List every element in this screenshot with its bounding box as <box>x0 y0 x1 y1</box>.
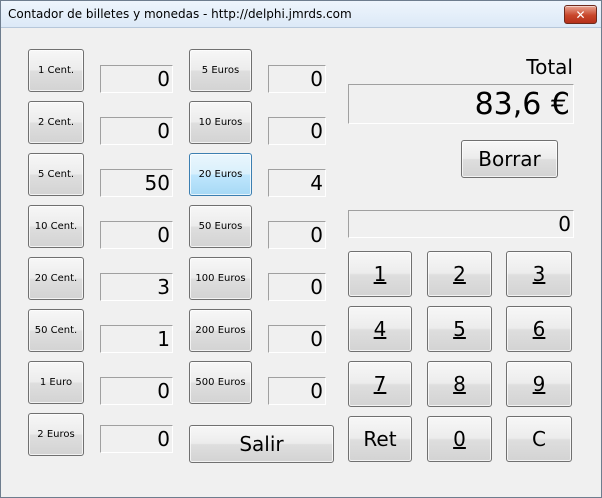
coin-1cent-count: 0 <box>100 65 173 93</box>
coin-5cent-count: 50 <box>100 169 173 197</box>
coin-2cent-button[interactable]: 2 Cent. <box>28 101 84 144</box>
key-0-label: 0 <box>453 427 466 451</box>
note-100euros-button[interactable]: 100 Euros <box>189 257 252 300</box>
key-5-button[interactable]: 5 <box>427 306 492 352</box>
key-3-button[interactable]: 3 <box>506 251 572 297</box>
coin-1cent-button[interactable]: 1 Cent. <box>28 49 84 92</box>
note-50euros-count: 0 <box>268 221 326 249</box>
note-20euros-button[interactable]: 20 Euros <box>189 153 252 196</box>
coin-20cent-count: 3 <box>100 273 173 301</box>
close-button[interactable]: ✕ <box>564 5 597 24</box>
coin-10cent-button[interactable]: 10 Cent. <box>28 205 84 248</box>
key-9-button[interactable]: 9 <box>506 361 572 407</box>
coin-10cent-count: 0 <box>100 221 173 249</box>
key-8-label: 8 <box>453 372 466 396</box>
key-7-label: 7 <box>373 372 387 396</box>
note-50euros-button[interactable]: 50 Euros <box>189 205 252 248</box>
note-5euros-count: 0 <box>268 65 326 93</box>
key-ret-button[interactable]: Ret <box>348 416 412 462</box>
app-window: Contador de billetes y monedas - http://… <box>0 0 602 498</box>
window-title: Contador de billetes y monedas - http://… <box>8 7 352 21</box>
entry-display: 0 <box>348 210 574 238</box>
key-5-label: 5 <box>453 317 466 341</box>
coin-1euro-button[interactable]: 1 Euro <box>28 361 84 404</box>
coin-50cent-button[interactable]: 50 Cent. <box>28 309 84 352</box>
coin-2cent-count: 0 <box>100 117 173 145</box>
key-4-button[interactable]: 4 <box>348 306 412 352</box>
key-2-label: 2 <box>453 262 466 286</box>
coin-2euros-button[interactable]: 2 Euros <box>28 413 84 456</box>
key-8-button[interactable]: 8 <box>427 361 492 407</box>
note-10euros-button[interactable]: 10 Euros <box>189 101 252 144</box>
note-200euros-button[interactable]: 200 Euros <box>189 309 252 352</box>
key-3-label: 3 <box>532 262 546 286</box>
key-7-button[interactable]: 7 <box>348 361 412 407</box>
note-500euros-count: 0 <box>268 377 326 405</box>
salir-button[interactable]: Salir <box>189 425 334 463</box>
key-9-label: 9 <box>532 372 546 396</box>
total-display: 83,6 € <box>348 84 574 124</box>
note-200euros-count: 0 <box>268 325 326 353</box>
key-6-label: 6 <box>532 317 546 341</box>
key-6-button[interactable]: 6 <box>506 306 572 352</box>
key-4-label: 4 <box>373 317 387 341</box>
close-icon: ✕ <box>575 7 586 22</box>
note-5euros-button[interactable]: 5 Euros <box>189 49 252 92</box>
key-2-button[interactable]: 2 <box>427 251 492 297</box>
title-bar[interactable]: Contador de billetes y monedas - http://… <box>1 1 601 28</box>
note-500euros-button[interactable]: 500 Euros <box>189 361 252 404</box>
coin-20cent-button[interactable]: 20 Cent. <box>28 257 84 300</box>
total-label: Total <box>526 55 573 79</box>
key-1-label: 1 <box>373 262 387 286</box>
coin-5cent-button[interactable]: 5 Cent. <box>28 153 84 196</box>
coin-2euros-count: 0 <box>100 425 173 453</box>
key-1-button[interactable]: 1 <box>348 251 412 297</box>
borrar-button[interactable]: Borrar <box>461 140 558 178</box>
key-0-button[interactable]: 0 <box>427 416 492 462</box>
note-100euros-count: 0 <box>268 273 326 301</box>
coin-1euro-count: 0 <box>100 377 173 405</box>
coin-50cent-count: 1 <box>100 325 173 353</box>
note-20euros-count: 4 <box>268 169 326 197</box>
key-c-button[interactable]: C <box>506 416 572 462</box>
note-10euros-count: 0 <box>268 117 326 145</box>
